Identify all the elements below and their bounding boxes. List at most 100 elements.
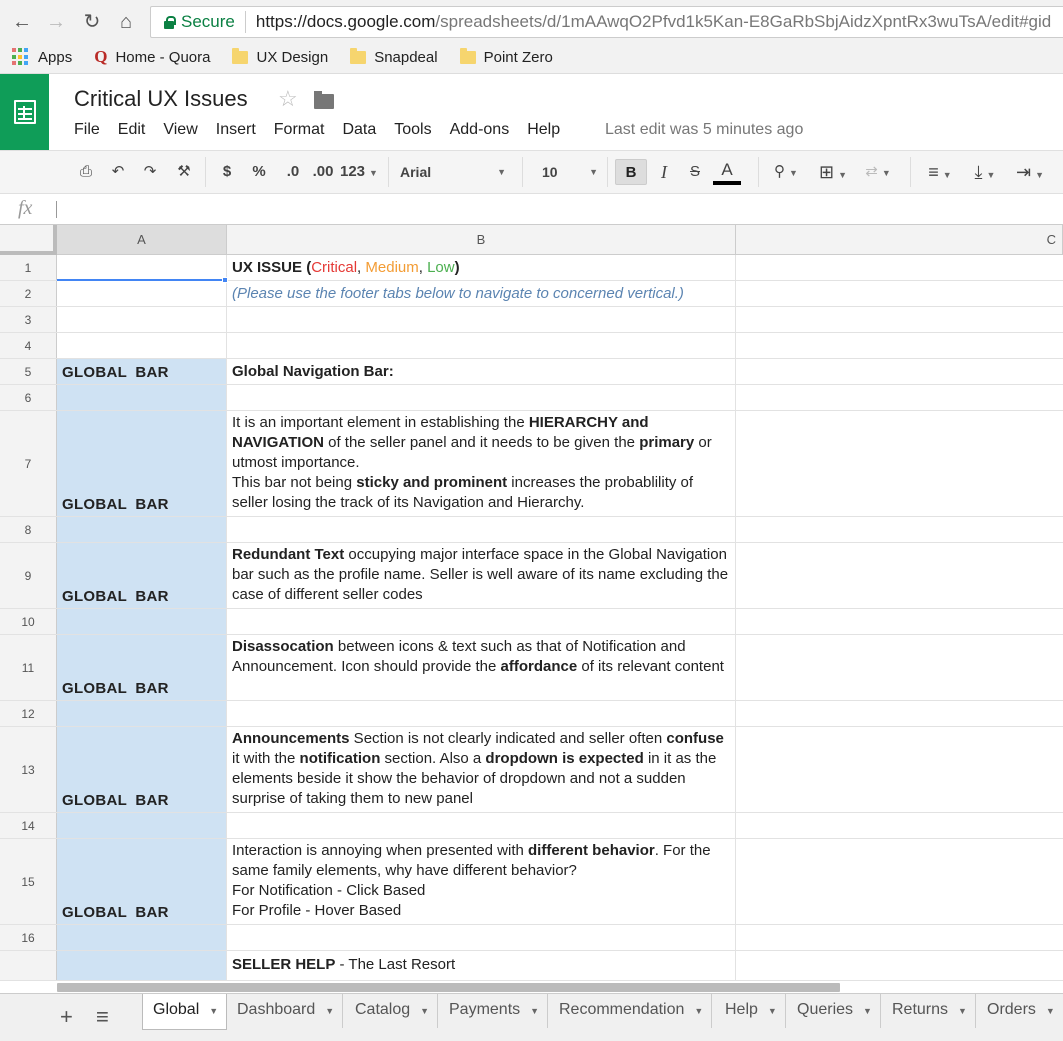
cell-a16[interactable]	[57, 925, 227, 950]
text-wrapping-icon[interactable]: ⇥ ▼	[1008, 159, 1052, 185]
cell-a10[interactable]	[57, 609, 227, 634]
row-header[interactable]: 12	[0, 701, 57, 726]
redo-icon[interactable]: ↷	[138, 159, 162, 185]
cell-a12[interactable]	[57, 701, 227, 726]
row-header[interactable]: 1	[0, 255, 57, 280]
cell-c9[interactable]	[736, 543, 1063, 608]
cell-a17[interactable]	[57, 951, 227, 980]
cell-a8[interactable]	[57, 517, 227, 542]
add-sheet-icon[interactable]: +	[60, 1004, 73, 1030]
cell-b17[interactable]: SELLER HELP - The Last Resort	[227, 951, 736, 980]
sheets-logo-icon[interactable]	[0, 74, 49, 150]
cell-a4[interactable]	[57, 333, 227, 358]
back-icon[interactable]: ←	[10, 10, 34, 34]
cell-b6[interactable]	[227, 385, 736, 410]
tab-dashboard[interactable]: Dashboard ▼	[227, 994, 344, 1028]
decrease-decimal-button[interactable]: .0	[279, 159, 307, 185]
tab-queries[interactable]: Queries ▼	[787, 994, 881, 1028]
undo-icon[interactable]: ↶	[106, 159, 130, 185]
row-header[interactable]: 8	[0, 517, 57, 542]
cell-a9[interactable]: GLOBAL BAR	[57, 543, 227, 608]
row-header[interactable]: 13	[0, 727, 57, 812]
column-header-a[interactable]: A	[57, 225, 227, 255]
address-bar[interactable]: Secure https://docs.google.com/spreadshe…	[150, 6, 1063, 38]
row-header[interactable]: 10	[0, 609, 57, 634]
cell-a7[interactable]: GLOBAL BAR	[57, 411, 227, 516]
tab-help[interactable]: Help ▼	[715, 994, 786, 1028]
bookmark-ux-design[interactable]: UX Design	[232, 47, 328, 66]
cell-b8[interactable]	[227, 517, 736, 542]
cell-c12[interactable]	[736, 701, 1063, 726]
row-header[interactable]: 2	[0, 281, 57, 306]
font-family-select[interactable]: Arial ▼	[400, 159, 510, 185]
row-header[interactable]: 4	[0, 333, 57, 358]
spreadsheet-grid[interactable]: A B C 1 UX ISSUE (Critical, Medium, Low)…	[0, 225, 1063, 995]
cell-b3[interactable]	[227, 307, 736, 332]
cell-a6[interactable]	[57, 385, 227, 410]
cell-b9[interactable]: Redundant Text occupying major interface…	[227, 543, 736, 608]
menu-format[interactable]: Format	[274, 121, 325, 139]
menu-insert[interactable]: Insert	[216, 121, 256, 139]
cell-c14[interactable]	[736, 813, 1063, 838]
row-header[interactable]: 3	[0, 307, 57, 332]
menu-view[interactable]: View	[163, 121, 197, 139]
cell-c16[interactable]	[736, 925, 1063, 950]
select-all-corner[interactable]	[0, 225, 57, 255]
cell-c6[interactable]	[736, 385, 1063, 410]
italic-button[interactable]: I	[652, 159, 676, 185]
forward-icon[interactable]: →	[44, 10, 68, 34]
cell-c11[interactable]	[736, 635, 1063, 700]
cell-b2[interactable]: (Please use the footer tabs below to nav…	[227, 281, 736, 306]
cell-a2[interactable]	[57, 281, 227, 306]
cell-c3[interactable]	[736, 307, 1063, 332]
cell-b1[interactable]: UX ISSUE (Critical, Medium, Low)	[227, 255, 736, 280]
cell-a14[interactable]	[57, 813, 227, 838]
cell-b15[interactable]: Interaction is annoying when presented w…	[227, 839, 736, 924]
horizontal-scrollbar[interactable]	[57, 983, 840, 992]
bookmark-snapdeal[interactable]: Snapdeal	[350, 47, 438, 66]
horizontal-align-icon[interactable]: ≡ ▼	[920, 159, 960, 185]
tab-orders[interactable]: Orders ▼	[977, 994, 1063, 1028]
cell-b10[interactable]	[227, 609, 736, 634]
fill-color-icon[interactable]: ⚲ ▼	[770, 159, 802, 185]
row-header[interactable]: 7	[0, 411, 57, 516]
font-size-select[interactable]: 10 ▼	[538, 159, 602, 185]
row-header[interactable]: 5	[0, 359, 57, 384]
home-icon[interactable]: ⌂	[114, 10, 138, 34]
star-icon[interactable]: ☆	[278, 86, 298, 112]
row-header[interactable]: 11	[0, 635, 57, 700]
reload-icon[interactable]: ↻	[80, 10, 104, 34]
borders-icon[interactable]: ⊞ ▼	[815, 159, 851, 185]
document-title[interactable]: Critical UX Issues	[74, 86, 248, 112]
cell-c2[interactable]	[736, 281, 1063, 306]
tab-global[interactable]: Global ▼	[142, 994, 228, 1030]
cell-c13[interactable]	[736, 727, 1063, 812]
row-header[interactable]: 6	[0, 385, 57, 410]
formula-bar[interactable]: fx	[0, 194, 1063, 225]
currency-format-button[interactable]: $	[215, 159, 239, 185]
cell-b4[interactable]	[227, 333, 736, 358]
cell-c5[interactable]	[736, 359, 1063, 384]
tab-returns[interactable]: Returns ▼	[882, 994, 976, 1028]
merge-cells-icon[interactable]: ⇄ ▼	[858, 159, 898, 185]
cell-c10[interactable]	[736, 609, 1063, 634]
cell-c7[interactable]	[736, 411, 1063, 516]
cell-b16[interactable]	[227, 925, 736, 950]
tab-catalog[interactable]: Catalog ▼	[345, 994, 439, 1028]
increase-decimal-button[interactable]: .00	[309, 159, 337, 185]
cell-b14[interactable]	[227, 813, 736, 838]
cell-b11[interactable]: Disassocation between icons & text such …	[227, 635, 736, 700]
bookmark-apps[interactable]: Apps	[12, 48, 72, 66]
menu-tools[interactable]: Tools	[394, 121, 431, 139]
row-header[interactable]	[0, 951, 57, 980]
fill-handle[interactable]	[222, 277, 228, 283]
cell-b7[interactable]: It is an important element in establishi…	[227, 411, 736, 516]
cell-b13[interactable]: Announcements Section is not clearly ind…	[227, 727, 736, 812]
cell-c17[interactable]	[736, 951, 1063, 980]
row-header[interactable]: 15	[0, 839, 57, 924]
move-to-folder-icon[interactable]	[314, 91, 334, 109]
cell-b5[interactable]: Global Navigation Bar:	[227, 359, 736, 384]
cell-c4[interactable]	[736, 333, 1063, 358]
cell-a15[interactable]: GLOBAL BAR	[57, 839, 227, 924]
cell-c1[interactable]	[736, 255, 1063, 280]
